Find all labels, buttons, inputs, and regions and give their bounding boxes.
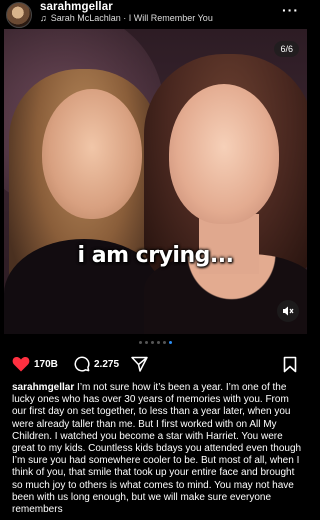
ellipsis-icon[interactable]: ··· [282, 2, 299, 18]
save-button[interactable] [283, 356, 297, 373]
carousel-dot [157, 341, 160, 344]
post-username[interactable]: sarahmgellar [40, 1, 113, 13]
carousel-dot [151, 341, 154, 344]
comment-count[interactable]: 2.275 [94, 359, 119, 370]
comment-button[interactable]: 2.275 [74, 356, 119, 372]
send-icon [131, 356, 148, 372]
comment-icon [74, 356, 90, 372]
music-note-icon: ♫ [40, 13, 47, 23]
photo-person-left-face [42, 89, 142, 219]
post-caption: sarahmgellar I’m not sure how it’s been … [12, 382, 302, 516]
caption-username[interactable]: sarahmgellar [12, 382, 74, 393]
like-button[interactable]: 170B [12, 356, 58, 372]
carousel-dot-active [169, 341, 172, 344]
heart-icon [12, 357, 30, 372]
carousel-dots [0, 341, 311, 344]
speaker-muted-icon[interactable] [277, 300, 299, 322]
like-count[interactable]: 170B [34, 359, 58, 370]
audio-track[interactable]: ♫ Sarah McLachlan · I Will Remember You [40, 13, 213, 23]
action-bar: 170B 2.275 [0, 354, 311, 376]
overlay-text: i am crying... [77, 243, 234, 268]
share-button[interactable] [131, 356, 148, 372]
photo-person-right-face [169, 84, 279, 224]
post-media[interactable]: 6/6 i am crying... [4, 29, 307, 334]
carousel-dot [145, 341, 148, 344]
song-title: Sarah McLachlan · I Will Remember You [50, 13, 213, 23]
carousel-dot [139, 341, 142, 344]
carousel-counter: 6/6 [274, 41, 299, 57]
post-header: sarahmgellar ♫ Sarah McLachlan · I Will … [0, 0, 311, 28]
avatar[interactable] [6, 2, 32, 28]
caption-text: I’m not sure how it’s been a year. I’m o… [12, 382, 302, 516]
bookmark-icon [283, 356, 297, 373]
carousel-dot [163, 341, 166, 344]
